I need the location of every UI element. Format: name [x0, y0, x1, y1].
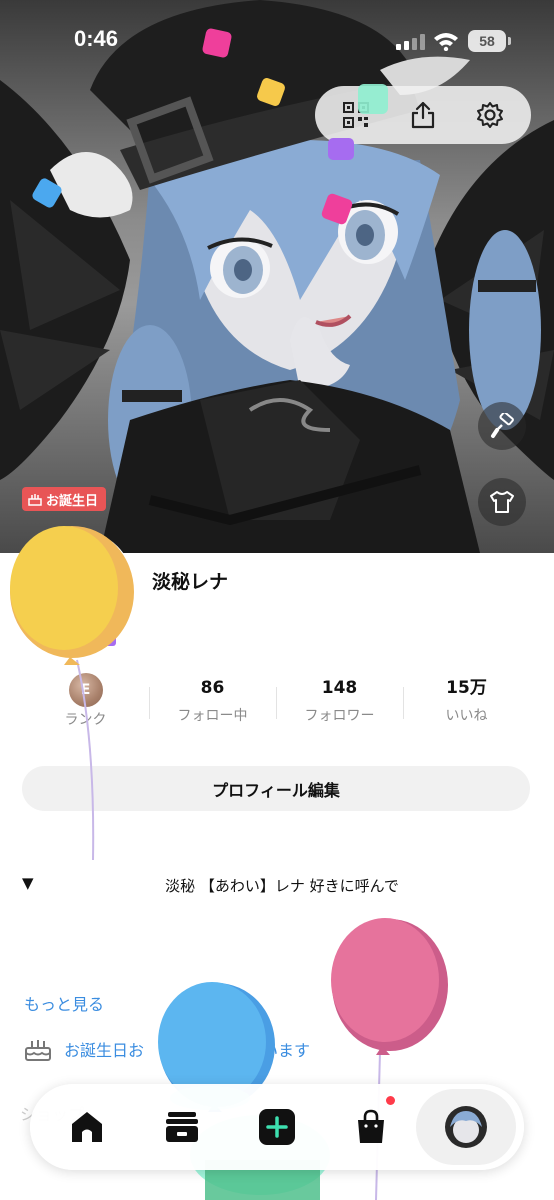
stat-rank[interactable]: E ランク	[22, 673, 149, 733]
avatar[interactable]	[22, 530, 134, 642]
birthday-message-text-end: います	[262, 1041, 311, 1060]
nav-profile[interactable]	[416, 1089, 516, 1165]
birthday-message-text: お誕生日お	[64, 1041, 145, 1060]
profile-avatar-icon	[445, 1106, 487, 1148]
stat-likes[interactable]: 15万 いいね	[403, 673, 530, 733]
gear-icon	[476, 102, 503, 128]
stat-value: 148	[321, 678, 358, 698]
signal-icon	[396, 34, 425, 50]
stats-row: E ランク 86 フォロー中 148 フォロワー 15万 いいね	[22, 673, 530, 733]
avatar-image	[25, 533, 131, 639]
nav-inbox[interactable]	[157, 1102, 207, 1152]
birthday-badge: お誕生日	[22, 487, 107, 511]
battery-icon: 58	[468, 30, 511, 52]
wifi-icon	[434, 33, 458, 51]
stat-following[interactable]: 86 フォロー中	[149, 673, 276, 733]
share-button[interactable]	[398, 90, 448, 140]
shopping-bag-icon	[358, 1109, 384, 1143]
stat-label: フォロワー	[304, 708, 375, 724]
stat-followers[interactable]: 148 フォロワー	[276, 673, 403, 733]
birthday-badge-label: お誕生日	[46, 493, 99, 509]
tshirt-icon	[490, 491, 514, 513]
nav-home[interactable]	[62, 1102, 112, 1152]
create-icon	[259, 1109, 295, 1145]
see-more-link[interactable]: もっと見る	[24, 991, 104, 1015]
bio-text: 淡秘 【あわい】レナ 好きに呼んで	[165, 877, 399, 895]
display-name: 淡秘レナ	[152, 571, 229, 593]
share-icon	[411, 101, 435, 129]
birthday-cake-icon	[25, 1040, 51, 1061]
settings-button[interactable]	[465, 90, 515, 140]
cake-icon	[28, 493, 42, 506]
shop-notification-dot	[386, 1096, 395, 1105]
inbox-icon	[166, 1112, 198, 1142]
stat-value: 86	[200, 678, 225, 698]
qr-code-icon	[343, 102, 370, 128]
birthday-message-row[interactable]: お誕生日お います	[24, 1036, 344, 1062]
rank-badge: E	[68, 673, 103, 707]
nav-shop[interactable]	[346, 1102, 396, 1152]
qr-code-button[interactable]	[331, 90, 381, 140]
bottom-navigation	[30, 1084, 524, 1170]
outfit-button[interactable]	[478, 478, 526, 526]
paint-roller-icon	[491, 413, 514, 438]
profile-header-image: 0:46 58 お誕生日	[0, 0, 554, 553]
bio-expand-toggle[interactable]: ▼	[22, 874, 34, 892]
header-action-group	[315, 86, 531, 144]
home-icon	[72, 1112, 102, 1142]
edit-profile-button[interactable]: プロフィール編集	[22, 766, 530, 811]
edit-background-button[interactable]	[478, 402, 526, 450]
stat-label: ランク	[64, 712, 107, 728]
status-bar: 0:46 58	[0, 0, 554, 84]
stat-label: いいね	[445, 708, 488, 724]
stat-value: 15万	[446, 678, 487, 698]
nav-create[interactable]	[252, 1102, 302, 1152]
status-time: 0:46	[74, 26, 119, 51]
stat-label: フォロー中	[177, 708, 248, 724]
